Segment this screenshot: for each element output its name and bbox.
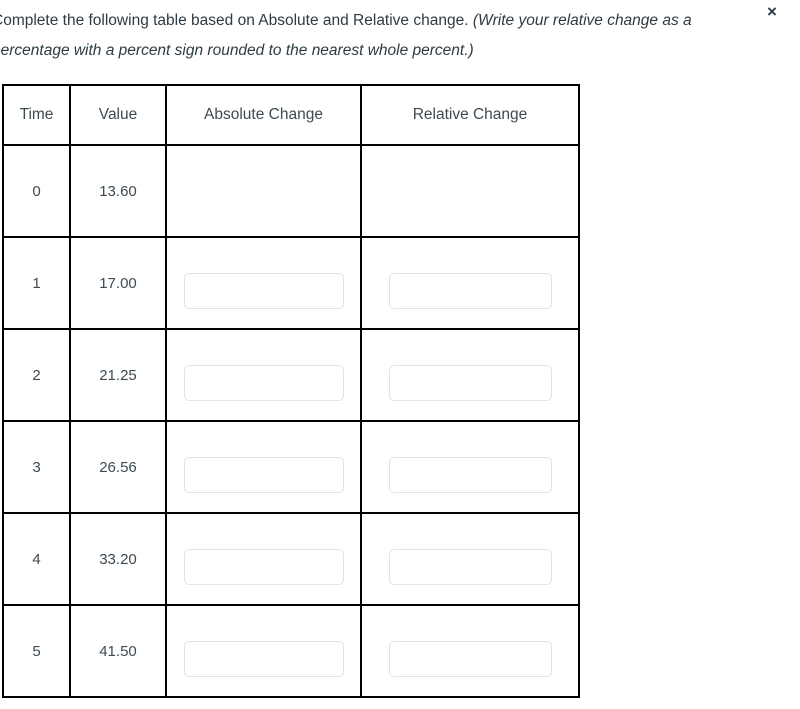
cell-absolute-change [165,604,362,698]
table-row: 1 17.00 [2,236,580,330]
table-row: 5 41.50 [2,604,580,698]
column-header-time: Time [2,84,71,146]
cell-absolute-change [165,420,362,514]
cell-value: 13.60 [69,144,167,238]
close-icon[interactable]: × [763,3,781,21]
cell-time: 3 [2,420,71,514]
cell-value: 33.20 [69,512,167,606]
cell-time: 1 [2,236,71,330]
absolute-relative-change-table: Time Value Absolute Change Relative Chan… [2,84,580,698]
relative-change-input[interactable] [388,457,552,493]
cell-value: 17.00 [69,236,167,330]
cell-relative-change [360,604,580,698]
absolute-change-input[interactable] [183,273,344,309]
cell-time: 4 [2,512,71,606]
prompt-sentence: Complete the following table based on Ab… [0,12,473,29]
table-row: 4 33.20 [2,512,580,606]
cell-value: 21.25 [69,328,167,422]
cell-relative-change-blacked [360,144,580,238]
prompt-instruction-line2: percentage with a percent sign rounded t… [0,42,474,59]
table-header: Time Value Absolute Change Relative Chan… [2,84,580,146]
absolute-change-input[interactable] [183,457,344,493]
column-header-relative-change: Relative Change [360,84,580,146]
column-header-absolute-change: Absolute Change [165,84,362,146]
relative-change-input[interactable] [388,273,552,309]
relative-change-input[interactable] [388,549,552,585]
cell-value: 41.50 [69,604,167,698]
cell-absolute-change-blacked [165,144,362,238]
cell-time: 5 [2,604,71,698]
cell-absolute-change [165,236,362,330]
cell-relative-change [360,420,580,514]
question-prompt: Complete the following table based on Ab… [0,6,800,66]
prompt-instruction: (Write your relative change as a [472,12,692,29]
cell-value: 26.56 [69,420,167,514]
table-header-row: Time Value Absolute Change Relative Chan… [2,84,580,146]
table-row: 3 26.56 [2,420,580,514]
absolute-change-input[interactable] [183,549,344,585]
relative-change-input[interactable] [388,365,552,401]
cell-relative-change [360,236,580,330]
column-header-value: Value [69,84,167,146]
relative-change-input[interactable] [388,641,552,677]
absolute-change-input[interactable] [183,641,344,677]
table-row: 0 13.60 [2,144,580,238]
cell-relative-change [360,512,580,606]
table-row: 2 21.25 [2,328,580,422]
cell-relative-change [360,328,580,422]
cell-time: 0 [2,144,71,238]
cell-time: 2 [2,328,71,422]
cell-absolute-change [165,512,362,606]
absolute-change-input[interactable] [183,365,344,401]
cell-absolute-change [165,328,362,422]
table-body: 0 13.60 1 17.00 2 21.25 3 26.56 4 33.20 5 41.50 [2,144,580,698]
